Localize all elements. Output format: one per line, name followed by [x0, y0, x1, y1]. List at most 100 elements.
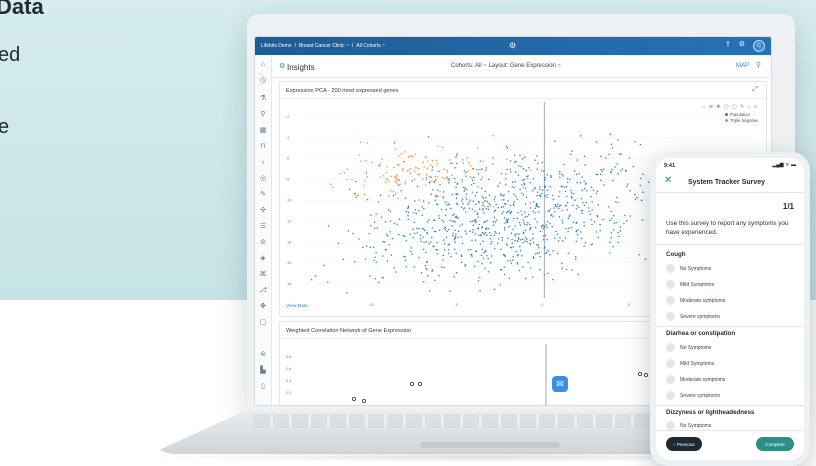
option-radio[interactable]: Moderate symptoms — [666, 296, 725, 305]
avatar[interactable]: C — [753, 40, 765, 52]
scatter-point — [617, 201, 619, 204]
scatter-point — [418, 209, 420, 212]
scatter-point — [327, 225, 330, 227]
route-icon[interactable]: ⎇ — [259, 287, 267, 295]
breadcrumb-workspace[interactable]: Breast Cancer Clinic ~ — [299, 43, 349, 49]
view-data-link[interactable]: View Data — [286, 304, 308, 309]
list-icon[interactable]: ☰ — [259, 223, 267, 231]
radio-button[interactable] — [666, 264, 675, 273]
nodes-icon[interactable]: ⌘ — [259, 271, 267, 279]
share-nodes-icon[interactable]: ✤ — [259, 303, 267, 311]
radio-button[interactable] — [666, 312, 675, 321]
cohort-layout-selector[interactable]: Cohorts: All ~ Layout: Gene Expression ~ — [451, 63, 561, 69]
help-icon[interactable]: ⊜ — [259, 351, 267, 359]
scatter-point — [438, 217, 441, 219]
scatter-point — [417, 167, 420, 170]
scatter-point — [355, 196, 357, 199]
scatter-point — [559, 176, 561, 179]
breadcrumb-cohorts[interactable]: All Cohorts ~ — [356, 43, 385, 49]
radio-button[interactable] — [666, 343, 675, 352]
radio-button[interactable] — [666, 280, 675, 289]
scatter-point — [446, 176, 448, 179]
plugin-icon[interactable]: ✣ — [259, 207, 267, 215]
chart-icon[interactable]: ▙ — [259, 367, 267, 375]
radio-button[interactable] — [666, 421, 675, 430]
close-icon[interactable]: ✕ — [664, 175, 672, 186]
option-radio[interactable]: Mild Symptoms — [666, 359, 714, 368]
scatter-point — [493, 234, 496, 236]
scatter-point — [545, 224, 548, 226]
scatter-point — [425, 267, 427, 269]
scatter-point — [487, 271, 490, 273]
scatter-point — [348, 188, 351, 191]
scatter-point — [527, 175, 529, 177]
book-icon[interactable]: ▯ — [259, 383, 267, 391]
scatter-point — [423, 241, 425, 244]
option-radio[interactable]: No Symptoms — [666, 264, 711, 273]
scatter-point — [522, 266, 524, 268]
scatter-point — [437, 145, 439, 147]
option-radio[interactable]: Severe symptoms — [666, 312, 720, 321]
complete-button[interactable]: Complete — [756, 437, 794, 451]
scatter-point — [461, 223, 464, 225]
chat-icon[interactable]: ▢ — [259, 319, 267, 327]
radio-button[interactable] — [666, 359, 675, 368]
option-radio[interactable]: Moderate symptoms — [666, 375, 725, 384]
scatter-point — [364, 180, 366, 182]
scatter-point — [420, 240, 423, 243]
scatter-point — [435, 248, 437, 251]
filter-icon[interactable]: ⚲ — [756, 61, 761, 69]
scatter-point — [509, 204, 512, 207]
flask-icon[interactable]: ⚗ — [259, 95, 267, 103]
scatter-point — [599, 223, 601, 226]
bulb-icon[interactable]: ♁ — [259, 159, 267, 167]
option-radio[interactable]: Mild Symptoms — [666, 280, 714, 289]
scatter-point — [362, 246, 364, 249]
scatter-point — [397, 155, 400, 157]
table-icon[interactable]: ▦ — [259, 127, 267, 135]
gear-icon[interactable]: ⚙ — [509, 41, 516, 50]
y-tick-label: -8 — [286, 178, 289, 182]
scatter-point — [539, 268, 541, 271]
scatter-point — [520, 210, 522, 212]
x-tick-label: 0 — [541, 303, 543, 307]
scatter-point — [456, 216, 458, 219]
layers-icon[interactable]: ◈ — [259, 255, 267, 263]
scatter-point — [422, 177, 424, 180]
pen-icon[interactable]: ✎ — [259, 191, 267, 199]
y-tick-label: -16 — [286, 261, 292, 265]
home-icon[interactable]: ⌂ — [259, 61, 267, 69]
map-button[interactable]: MAP — [736, 63, 749, 69]
scatter-point — [501, 199, 503, 201]
radio-button[interactable] — [666, 375, 675, 384]
scatter-point — [513, 193, 515, 196]
scatter-point — [413, 221, 416, 224]
scatter-point — [471, 179, 474, 182]
settings-icon[interactable]: ⚙ — [739, 40, 745, 52]
scatter-point — [450, 255, 452, 258]
option-radio[interactable]: Severe symptoms — [666, 391, 720, 400]
history-icon[interactable]: ◷ — [259, 77, 267, 85]
scatter-point — [536, 155, 538, 157]
lock-icon[interactable]: ⊓ — [259, 143, 267, 151]
breadcrumb-org[interactable]: Lifebits Demo — [261, 43, 292, 49]
check-icon[interactable]: ⊘ — [259, 239, 267, 247]
target-icon[interactable]: ◎ — [259, 175, 267, 183]
previous-button[interactable]: ‹ Previous — [666, 437, 702, 451]
scatter-point — [449, 177, 451, 180]
radio-button[interactable] — [666, 391, 675, 400]
lab-icon[interactable]: ⚲ — [259, 111, 267, 119]
scatter-point — [505, 242, 508, 245]
scatter-point — [346, 168, 349, 171]
scatter-point — [366, 176, 368, 178]
scatter-point — [465, 193, 468, 195]
scatter-point — [617, 241, 619, 243]
option-radio[interactable]: No Symptoms — [666, 421, 711, 430]
scatter-point — [552, 250, 554, 252]
option-label: Severe symptoms — [680, 313, 721, 320]
scatter-point — [364, 258, 367, 260]
x-tick-label: 5 — [628, 303, 630, 307]
option-radio[interactable]: No Symptoms — [666, 343, 711, 352]
share-icon[interactable]: ⇪ — [725, 40, 731, 52]
radio-button[interactable] — [666, 296, 675, 305]
